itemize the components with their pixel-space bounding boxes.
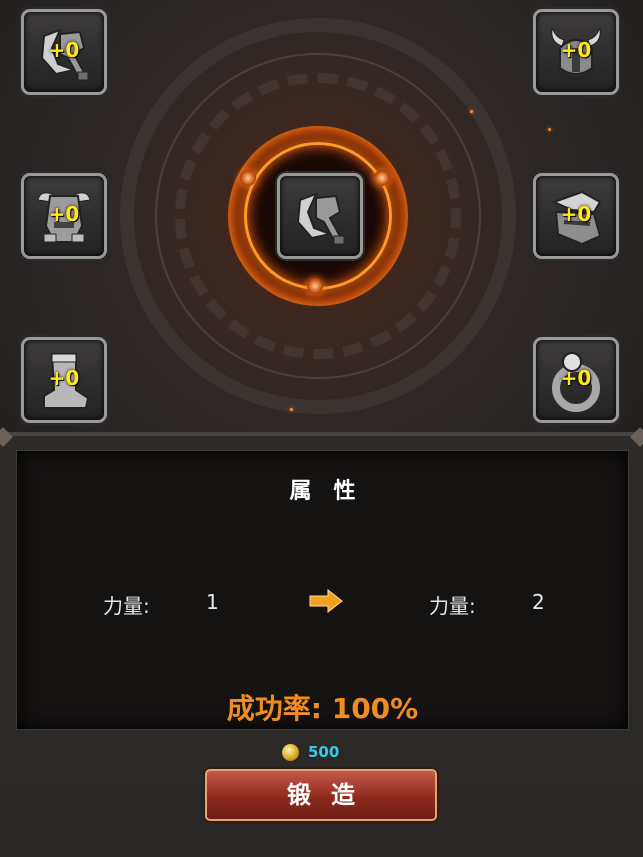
next-stat-label: 力量: <box>429 594 476 618</box>
slot-helmet[interactable]: +0 <box>533 9 619 95</box>
arrow-right-icon <box>309 589 343 613</box>
current-stat-label: 力量: <box>103 594 150 618</box>
slot-armor[interactable]: +0 <box>21 173 107 259</box>
forge-cost: 500 <box>308 743 340 761</box>
center-slot-weapon[interactable] <box>277 173 363 259</box>
slot-level: +0 <box>560 366 592 390</box>
attribute-box: 属性 力量: 1 力量: 2 成功率: 100% <box>16 450 629 730</box>
forge-button[interactable]: 锻造 <box>205 769 437 821</box>
spark <box>548 128 551 131</box>
ring-gem <box>307 278 323 294</box>
slot-boots[interactable]: +0 <box>21 337 107 423</box>
slot-level: +0 <box>560 202 592 226</box>
slot-level: +0 <box>560 38 592 62</box>
ring-gem <box>240 170 256 186</box>
slot-level: +0 <box>48 38 80 62</box>
coin-icon <box>282 744 299 761</box>
axe-icon <box>296 192 345 246</box>
spark <box>470 110 473 113</box>
current-stat-value: 1 <box>206 590 219 614</box>
forge-scene: +0 +0 +0 +0 +0 +0 <box>0 0 643 432</box>
attribute-title: 属性 <box>289 479 378 504</box>
success-rate: 成功率: 100% <box>226 692 419 725</box>
slot-level: +0 <box>48 366 80 390</box>
slot-shoulder[interactable]: +0 <box>533 173 619 259</box>
spark <box>290 408 293 411</box>
slot-ring[interactable]: +0 <box>533 337 619 423</box>
attribute-panel: 属性 力量: 1 力量: 2 成功率: 100% 500 锻造 <box>0 427 643 857</box>
next-stat-value: 2 <box>532 590 545 614</box>
slot-level: +0 <box>48 202 80 226</box>
slot-weapon[interactable]: +0 <box>21 9 107 95</box>
ring-gem <box>374 170 390 186</box>
